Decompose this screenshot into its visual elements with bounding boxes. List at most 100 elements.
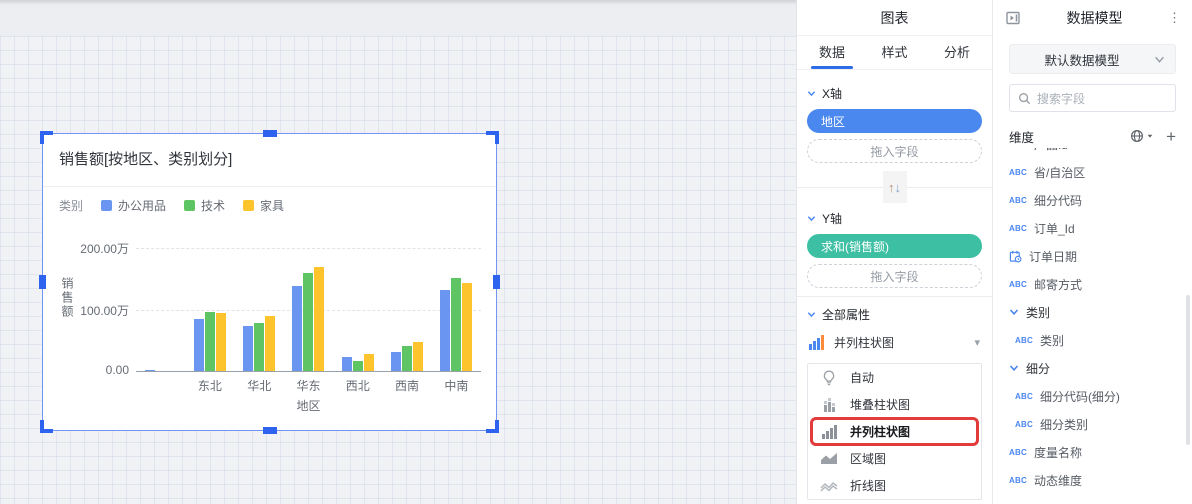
chart-type-dropdown[interactable]: 并列柱状图 ▾ [807,327,982,357]
field-item[interactable]: ABC省/自治区 [993,158,1186,186]
x-category-label: 东北 [185,377,234,394]
x-axis-drop-zone[interactable]: 拖入字段 [807,139,982,163]
x-axis-labels: 东北华北华东西北西南中南 [136,377,481,394]
legend-swatch-icon [184,200,195,211]
abc-icon: ABC [1015,420,1033,429]
bar[interactable] [342,357,352,371]
legend-swatch-icon [243,200,254,211]
gridline [136,371,481,372]
bar[interactable] [314,267,324,371]
legend-item[interactable]: 技术 [184,197,225,214]
chart-type-option-label: 堆叠柱状图 [850,396,910,413]
scrollbar-thumb[interactable] [1186,295,1190,445]
field-list: ABC产品IdABC省/自治区ABC细分代码ABC订单_Id订单日期ABC邮寄方… [993,148,1186,504]
field-item[interactable]: 类别 [993,298,1186,326]
y-axis-drop-zone[interactable]: 拖入字段 [807,264,982,288]
field-item[interactable]: ABC动态维度 [993,466,1186,494]
x-category-label: 西南 [382,377,431,394]
bar[interactable] [364,354,374,371]
chart-type-option[interactable]: 堆叠柱状图 [808,391,981,418]
bar[interactable] [303,273,313,371]
chart-type-option[interactable]: 自动 [808,364,981,391]
chart-type-option-label: 并列柱状图 [850,423,910,440]
bar[interactable] [216,313,226,371]
chart-title: 销售额[按地区、类别划分] [59,148,232,169]
x-category-label: 华东 [284,377,333,394]
globe-filter-button[interactable] [1130,129,1154,143]
tab-样式[interactable]: 样式 [881,36,907,69]
x-category-label: 西北 [333,377,382,394]
chevron-down-icon [1154,54,1165,65]
bulb-icon [820,370,838,386]
bar[interactable] [462,283,472,371]
resize-handle-top-right[interactable] [486,131,499,144]
field-item[interactable]: 订单日期 [993,242,1186,270]
resize-handle-bottom[interactable] [263,427,277,434]
field-item-label: 动态维度 [1034,472,1082,489]
data-model-header: 数据模型 ⋮ [993,0,1192,36]
chart-type-option[interactable]: 并列柱状图 [808,418,981,445]
field-item[interactable]: ABC度量名称 [993,438,1186,466]
resize-handle-bottom-right[interactable] [486,420,499,433]
all-properties-header[interactable]: 全部属性 [807,301,982,327]
dimension-section-header: 维度 + [1009,126,1176,146]
bar[interactable] [265,316,275,371]
field-item[interactable]: ABC 细分类别 [993,410,1186,438]
resize-handle-right[interactable] [493,275,500,289]
data-model-panel: 数据模型 ⋮ 默认数据模型 搜索字段 维度 + ABC产品IdABC省/自治 [992,0,1192,504]
bar[interactable] [391,352,401,371]
bar[interactable] [254,323,264,371]
area-icon [820,452,838,465]
bar[interactable] [205,312,215,371]
bar[interactable] [353,361,363,371]
field-item[interactable]: ABC产品Id [993,148,1186,158]
y-axis-field-pill[interactable]: 求和(销售额) [807,234,982,258]
bar[interactable] [440,290,450,371]
dashboard-canvas[interactable]: 销售额[按地区、类别划分] 类别 办公用品技术家具 销售额 200.00万100… [0,0,797,504]
resize-handle-top[interactable] [263,130,277,137]
y-axis-section-header[interactable]: Y轴 [807,205,982,231]
y-tick-label: 0.00 [43,363,129,377]
bar[interactable] [402,346,412,371]
chart-type-option[interactable]: 折线图 [808,472,981,499]
resize-handle-bottom-left[interactable] [40,420,53,433]
chart-widget[interactable]: 销售额[按地区、类别划分] 类别 办公用品技术家具 销售额 200.00万100… [42,133,497,431]
bar[interactable] [451,278,461,371]
chevron-down-icon [807,310,816,319]
bar-group [185,312,234,371]
chart-type-option-label: 区域图 [850,450,886,467]
collapse-panel-icon[interactable] [1005,10,1021,26]
legend-item[interactable]: 办公用品 [101,197,166,214]
field-item[interactable]: ABC邮寄方式 [993,270,1186,298]
bar-group [333,354,382,371]
bar[interactable] [413,342,423,371]
kebab-menu-icon[interactable]: ⋮ [1168,10,1180,26]
model-selector[interactable]: 默认数据模型 [1009,44,1176,74]
legend-item[interactable]: 家具 [243,197,284,214]
add-field-button[interactable]: + [1166,128,1176,145]
field-search-input[interactable]: 搜索字段 [1009,84,1176,112]
field-item[interactable]: ABC细分代码 [993,186,1186,214]
resize-handle-top-left[interactable] [40,131,53,144]
field-item[interactable]: ABC细分代码(细分) [993,382,1186,410]
tab-分析[interactable]: 分析 [944,36,970,69]
title-divider [43,186,496,187]
swap-axes-button[interactable]: ↑↓ [883,171,907,203]
x-category-label: 华北 [235,377,284,394]
chart-type-option[interactable]: 区域图 [808,445,981,472]
field-item[interactable]: 细分 [993,354,1186,382]
tab-数据[interactable]: 数据 [819,36,845,69]
bar[interactable] [194,319,204,371]
field-item-label: 度量名称 [1034,444,1082,461]
bar[interactable] [243,326,253,371]
field-item[interactable]: ABC订单_Id [993,214,1186,242]
x-axis-title: 地区 [136,397,481,414]
field-item[interactable]: ABC类别 [993,326,1186,354]
bar[interactable] [145,370,155,371]
field-item-label: 细分类别 [1040,416,1088,433]
x-axis-section-header[interactable]: X轴 [807,80,982,106]
search-icon [1018,92,1031,105]
x-axis-field-pill[interactable]: 地区 [807,109,982,133]
bar[interactable] [292,286,302,371]
resize-handle-left[interactable] [39,275,46,289]
